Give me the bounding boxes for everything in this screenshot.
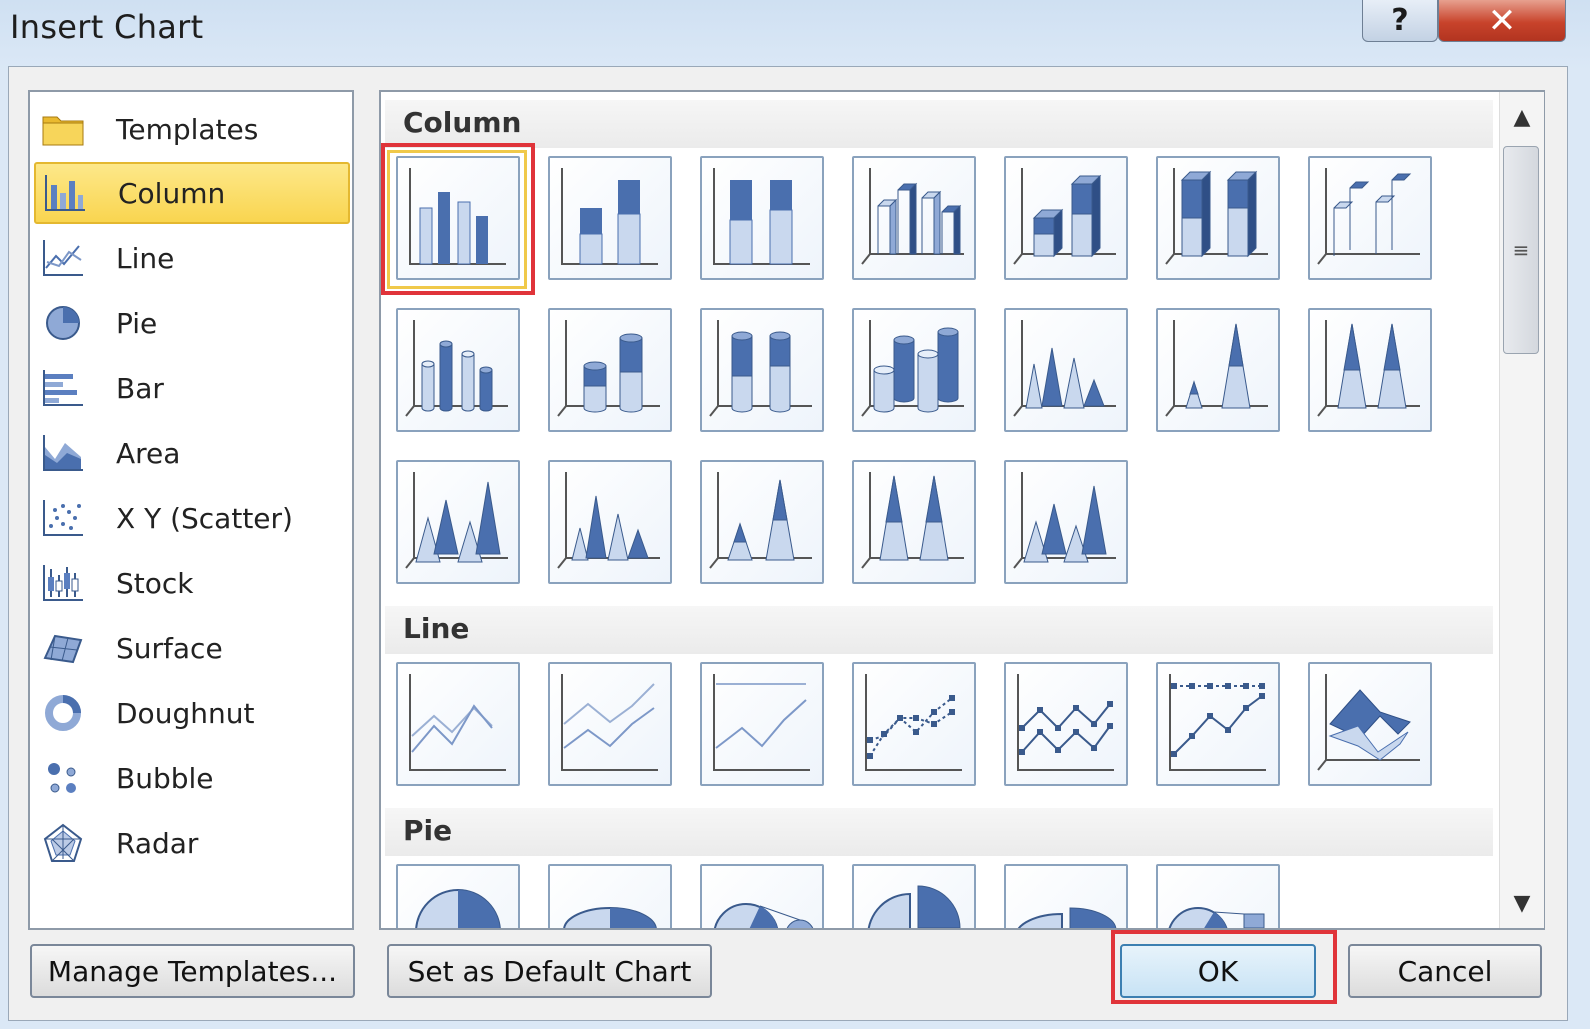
section-title: Pie [403, 814, 453, 847]
pie-chart-icon [40, 300, 86, 346]
stacked-column-3d-tile[interactable] [1004, 156, 1128, 280]
3d-pyramid-tile[interactable] [1004, 460, 1128, 584]
scroll-down-icon[interactable]: ▼ [1500, 878, 1544, 928]
ok-button[interactable]: OK [1120, 944, 1316, 998]
exploded-pie-3d-tile[interactable] [1004, 864, 1128, 928]
100-stacked-column-3d-tile[interactable] [1156, 156, 1280, 280]
category-label: Pie [116, 306, 158, 340]
bubble-chart-icon [40, 755, 86, 801]
100-stacked-line-tile[interactable] [700, 662, 824, 786]
dialog-title: Insert Chart [10, 8, 204, 46]
line-with-markers-tile[interactable] [852, 662, 976, 786]
category-bar[interactable]: Bar [34, 357, 350, 419]
stacked-cylinder-tile[interactable] [548, 308, 672, 432]
100-stacked-pyramid-tile[interactable] [852, 460, 976, 584]
section-title: Column [403, 106, 522, 139]
category-label: Bubble [116, 761, 214, 795]
line-tile[interactable] [396, 662, 520, 786]
category-pie[interactable]: Pie [34, 292, 350, 354]
manage-templates-button[interactable]: Manage Templates... [30, 944, 355, 998]
category-column[interactable]: Column [34, 162, 350, 224]
category-label: Surface [116, 631, 223, 665]
stacked-line-tile[interactable] [548, 662, 672, 786]
100-stacked-cylinder-tile[interactable] [700, 308, 824, 432]
clustered-pyramid-tile[interactable] [548, 460, 672, 584]
doughnut-chart-icon [40, 690, 86, 736]
help-icon: ? [1391, 3, 1409, 38]
section-header-line: Line [385, 606, 1493, 654]
pie-of-pie-tile[interactable] [700, 864, 824, 928]
radar-chart-icon [40, 820, 86, 866]
chart-subtype-gallery: Column Line Pie [379, 90, 1545, 930]
category-surface[interactable]: Surface [34, 617, 350, 679]
category-stock[interactable]: Stock [34, 552, 350, 614]
category-label: Stock [116, 566, 194, 600]
3d-pie-tile[interactable] [548, 864, 672, 928]
stacked-pyramid-tile[interactable] [700, 460, 824, 584]
3d-cylinder-tile[interactable] [852, 308, 976, 432]
category-label: Bar [116, 371, 164, 405]
3d-column-tile[interactable] [1308, 156, 1432, 280]
close-icon: ✕ [1487, 0, 1517, 41]
category-radar[interactable]: Radar [34, 812, 350, 874]
help-button[interactable]: ? [1362, 0, 1438, 42]
stacked-column-tile[interactable] [548, 156, 672, 280]
title-bar: Insert Chart ? ✕ [0, 0, 1590, 66]
100-stacked-column-tile[interactable] [700, 156, 824, 280]
stacked-cone-tile[interactable] [1156, 308, 1280, 432]
100-stacked-line-with-markers-tile[interactable] [1156, 662, 1280, 786]
exploded-pie-tile[interactable] [852, 864, 976, 928]
gallery-scrollbar[interactable]: ▲ ≡ ▼ [1499, 92, 1544, 928]
line-chart-icon [40, 235, 86, 281]
3d-cone-tile[interactable] [396, 460, 520, 584]
bar-chart-icon [40, 365, 86, 411]
column-chart-icon [42, 170, 88, 216]
scatter-chart-icon [40, 495, 86, 541]
category-label: Radar [116, 826, 199, 860]
category-bubble[interactable]: Bubble [34, 747, 350, 809]
section-header-pie: Pie [385, 808, 1493, 856]
surface-chart-icon [40, 625, 86, 671]
clustered-cylinder-tile[interactable] [396, 308, 520, 432]
category-scatter[interactable]: X Y (Scatter) [34, 487, 350, 549]
scroll-up-icon[interactable]: ▲ [1500, 92, 1544, 142]
chart-category-list: Templates Column Line Pie Bar Area X Y (… [28, 90, 354, 930]
close-button[interactable]: ✕ [1438, 0, 1566, 42]
category-area[interactable]: Area [34, 422, 350, 484]
bar-of-pie-tile[interactable] [1156, 864, 1280, 928]
pie-tile[interactable] [396, 864, 520, 928]
scroll-thumb[interactable]: ≡ [1503, 146, 1539, 354]
category-label: Templates [116, 112, 259, 146]
cancel-button[interactable]: Cancel [1348, 944, 1542, 998]
stacked-line-with-markers-tile[interactable] [1004, 662, 1128, 786]
folder-icon [40, 106, 86, 152]
set-default-chart-button[interactable]: Set as Default Chart [387, 944, 712, 998]
category-doughnut[interactable]: Doughnut [34, 682, 350, 744]
3d-line-tile[interactable] [1308, 662, 1432, 786]
100-stacked-cone-tile[interactable] [1308, 308, 1432, 432]
stock-chart-icon [40, 560, 86, 606]
category-label: Line [116, 241, 175, 275]
category-line[interactable]: Line [34, 227, 350, 289]
selected-subtype-outline [381, 143, 535, 295]
category-label: X Y (Scatter) [116, 501, 293, 535]
category-label: Area [116, 436, 181, 470]
category-label: Column [118, 176, 226, 210]
section-header-column: Column [385, 100, 1493, 148]
category-label: Doughnut [116, 696, 255, 730]
3d-clustered-column-tile[interactable] [852, 156, 976, 280]
section-title: Line [403, 612, 470, 645]
clustered-cone-tile[interactable] [1004, 308, 1128, 432]
area-chart-icon [40, 430, 86, 476]
category-templates[interactable]: Templates [34, 98, 350, 160]
